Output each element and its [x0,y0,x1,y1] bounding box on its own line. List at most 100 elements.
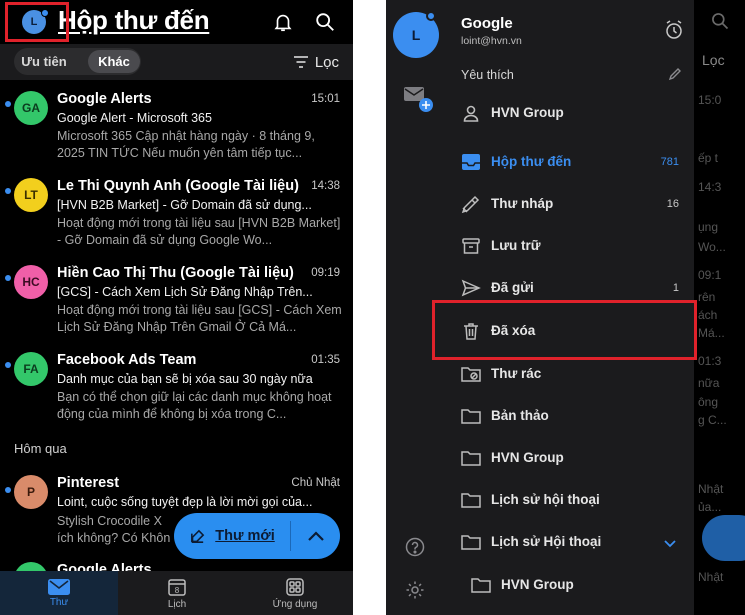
section-header: Hôm qua [14,441,67,456]
folder-label: HVN Group [501,577,574,592]
search-icon [712,13,729,30]
sender: Hiền Cao Thị Thu (Google Tài liệu) [57,265,294,281]
person-icon [460,102,482,124]
behind-text: 09:1 [698,268,722,282]
preview: Stylish Crocodile X ích không? Có Khôn [57,514,171,545]
new-mail-button[interactable]: Thư mới [174,513,290,559]
compose-button[interactable]: Thư mới [174,513,340,559]
send-icon [460,277,482,299]
avatar-badge [426,11,436,21]
subfolder-hvn-group[interactable]: HVN Group [454,567,704,603]
tab-apps[interactable]: Ứng dụng [236,571,353,615]
behind-text: ông [698,395,719,409]
folder-label: Thư nháp [491,196,554,211]
bell-icon[interactable] [270,9,296,35]
sender: Facebook Ads Team [57,352,197,368]
sender: Pinterest [57,475,120,491]
sender: Google Alerts [57,91,152,107]
edit-pencil-icon[interactable] [668,67,682,86]
highlight-box [5,2,69,42]
folder-ban-thao[interactable]: Bản thảo [444,398,694,434]
account-name: Google [461,15,513,32]
compose-button-dimmed [702,515,745,561]
tab-other[interactable]: Khác [88,50,140,73]
behind-text: 14:3 [698,180,722,194]
avatar: FA [14,352,48,386]
help-icon[interactable] [405,537,425,562]
list-item[interactable]: HC Hiền Cao Thị Thu (Google Tài liệu) 09… [0,262,353,348]
folder-hvn-group-favorite[interactable]: HVN Group [444,95,694,131]
add-account-icon[interactable] [404,85,433,113]
folder-icon [460,489,482,511]
behind-text: g C... [698,413,727,427]
tab-focused[interactable]: Ưu tiên [14,48,74,75]
folder-label: HVN Group [491,450,564,465]
item-count: 16 [666,198,679,210]
list-item[interactable]: FA Facebook Ads Team 01:35 Danh mục của … [0,349,353,435]
inbox-screen: L Hộp thư đến Ưu tiên Khác Lọc GA Google… [0,0,353,615]
gear-icon[interactable] [405,580,425,605]
time: 14:38 [311,180,340,192]
favorites-label: Yêu thích [461,68,514,82]
junk-folder-icon [460,363,482,385]
calendar-icon: 8 [168,578,186,596]
folder-label: Hộp thư đến [491,154,572,169]
folder-junk[interactable]: Thư rác [444,356,694,392]
subject: [GCS] - Cách Xem Lịch Sử Đăng Nhập Trên.… [57,285,313,299]
behind-text: rên [698,290,716,304]
folder-archive[interactable]: Lưu trữ [444,228,694,264]
unread-dot [5,188,11,194]
avatar: HC [14,265,48,299]
time: Chủ Nhật [291,477,340,489]
list-item[interactable]: LT Le Thi Quynh Anh (Google Tài liệu) 14… [0,175,353,261]
folder-lich-su-hoi-thoai-expanded[interactable]: Lịch sử Hội thoại [444,524,694,560]
sender: Le Thi Quynh Anh (Google Tài liệu) [57,178,299,194]
behind-text: 01:3 [698,354,722,368]
page-title: Hộp thư đến [58,5,210,35]
subject: Google Alert - Microsoft 365 [57,111,212,125]
preview: Hoạt động mới trong tài liệu sau [GCS] -… [57,303,342,334]
preview: Microsoft 365 Cập nhật hàng ngày · 8 thá… [57,129,315,160]
folder-lich-su-hoi-thoai[interactable]: Lịch sử hội thoại [444,482,694,518]
folder-icon [460,405,482,427]
unread-dot [5,275,11,281]
subject: Loint, cuộc sống tuyệt đẹp là lời mời gọ… [57,495,313,509]
svg-text:8: 8 [175,586,180,595]
behind-text: ụng [698,220,719,234]
behind-text: ủa... [698,500,722,514]
unread-dot [5,362,11,368]
folder-label: Đã gửi [491,280,534,295]
folder-hvn-group[interactable]: HVN Group [444,440,694,476]
folder-icon [470,574,492,596]
list-item[interactable]: GA Google Alerts 15:01 Google Alert - Mi… [0,88,353,174]
behind-text: ách [698,308,718,322]
chevron-down-icon[interactable] [664,535,676,553]
time: 09:19 [311,267,340,279]
avatar: GA [14,91,48,125]
folder-label: Lịch sử Hội thoại [491,534,602,549]
tab-label: Ứng dụng [272,598,318,610]
folder-drafts[interactable]: Thư nháp 16 [444,186,694,222]
compose-label: Thư mới [215,528,275,544]
search-icon[interactable] [312,9,338,35]
highlight-box [432,300,697,360]
avatar: LT [14,178,48,212]
chevron-up-icon[interactable] [291,513,340,559]
apps-icon [286,577,304,596]
subject: [HVN B2B Market] - Gỡ Domain đã sử dụng.… [57,198,312,212]
tab-mail[interactable]: Thư [0,571,118,615]
filter-button[interactable]: Lọc [293,50,339,74]
folder-inbox[interactable]: Hộp thư đến 781 [444,144,694,180]
time: 01:35 [311,354,340,366]
folder-label: Lưu trữ [491,238,541,253]
unread-dot [5,487,11,493]
alarm-clock-icon[interactable] [664,20,684,45]
folder-icon [460,531,482,553]
tab-calendar[interactable]: 8 Lịch [118,571,236,615]
draft-pen-icon [460,193,482,215]
folder-label: Bản thảo [491,408,549,423]
unread-count: 781 [660,156,679,168]
tab-label: Lịch [167,598,187,610]
behind-text: Nhật [698,570,724,584]
filter-label: Lọc [702,52,725,68]
